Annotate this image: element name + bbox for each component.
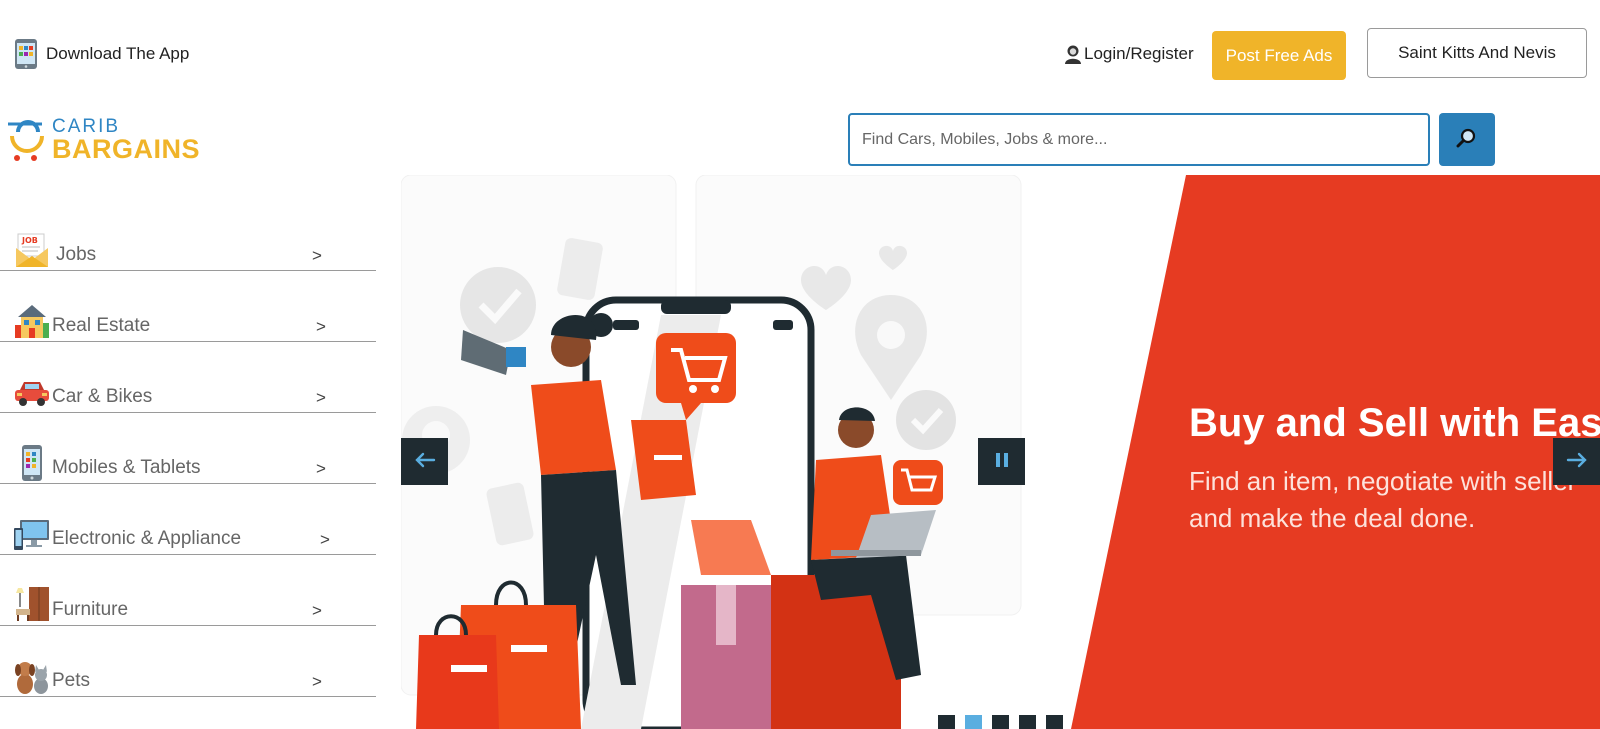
job-envelope-icon: JOB	[14, 232, 50, 268]
phone-app-icon	[14, 38, 38, 70]
slider-dot[interactable]	[938, 715, 955, 729]
user-icon	[1064, 44, 1082, 64]
category-label: Electronic & Appliance	[52, 528, 242, 549]
category-real-estate[interactable]: Real Estate >	[0, 271, 376, 342]
chevron-right-icon: >	[316, 317, 326, 336]
shopping-cart-logo-icon	[6, 118, 48, 162]
pets-icon	[14, 658, 50, 694]
slider-dot[interactable]	[1019, 715, 1036, 729]
category-furniture[interactable]: Furniture >	[0, 555, 376, 626]
category-label: Mobiles & Tablets	[52, 457, 201, 478]
category-jobs[interactable]: JOB Jobs >	[0, 200, 376, 271]
site-logo[interactable]: CARIB BARGAINS	[6, 114, 206, 164]
search-button[interactable]	[1439, 113, 1495, 166]
slider-prev-button[interactable]	[401, 438, 448, 485]
category-label: Real Estate	[52, 315, 151, 336]
category-label: Pets	[52, 670, 91, 691]
category-label: Furniture	[52, 599, 129, 620]
download-app-label: Download The App	[46, 44, 190, 63]
download-app-link[interactable]: Download The App	[14, 38, 189, 70]
slide-subtitle: Find an item, negotiate with seller and …	[1189, 466, 1577, 533]
category-label: Jobs	[56, 244, 97, 265]
login-register-link[interactable]: Login/Register	[1064, 44, 1194, 64]
chevron-right-icon: >	[312, 246, 322, 265]
slider-dot[interactable]	[965, 715, 982, 729]
category-mobiles-tablets[interactable]: Mobiles & Tablets >	[0, 413, 376, 484]
smartphone-icon	[14, 445, 50, 481]
category-pets[interactable]: Pets >	[0, 626, 376, 697]
furniture-icon	[14, 587, 50, 623]
slider-next-button[interactable]	[1553, 438, 1600, 485]
slider-dot[interactable]	[1046, 715, 1063, 729]
search-input[interactable]	[848, 113, 1430, 166]
login-register-label: Login/Register	[1084, 44, 1194, 63]
category-car-bikes[interactable]: Car & Bikes >	[0, 342, 376, 413]
search-icon	[1456, 127, 1478, 152]
pause-icon	[994, 451, 1010, 472]
chevron-right-icon: >	[312, 601, 322, 620]
slide-title: Buy and Sell with Ease	[1189, 401, 1600, 445]
svg-text:JOB: JOB	[21, 236, 38, 245]
chevron-right-icon: >	[312, 672, 322, 691]
chevron-right-icon: >	[316, 388, 326, 407]
house-icon	[14, 303, 50, 339]
logo-text-bargains: BARGAINS	[52, 134, 201, 164]
country-selector-button[interactable]: Saint Kitts And Nevis	[1367, 28, 1587, 78]
computer-icon	[14, 516, 50, 552]
slider-pagination	[938, 715, 1063, 729]
chevron-right-icon: >	[320, 530, 330, 549]
chevron-right-icon: >	[316, 459, 326, 478]
category-label: Car & Bikes	[52, 386, 153, 407]
car-icon	[14, 374, 50, 410]
category-electronic-appliance[interactable]: Electronic & Appliance >	[0, 484, 376, 555]
slider-dot[interactable]	[992, 715, 1009, 729]
slider-pause-button[interactable]	[978, 438, 1025, 485]
post-free-ads-button[interactable]: Post Free Ads	[1212, 31, 1346, 80]
arrow-right-icon	[1566, 452, 1588, 471]
arrow-left-icon	[414, 452, 436, 471]
category-sidebar: JOB Jobs > Real Estate > Car & Bikes > M…	[0, 200, 376, 697]
